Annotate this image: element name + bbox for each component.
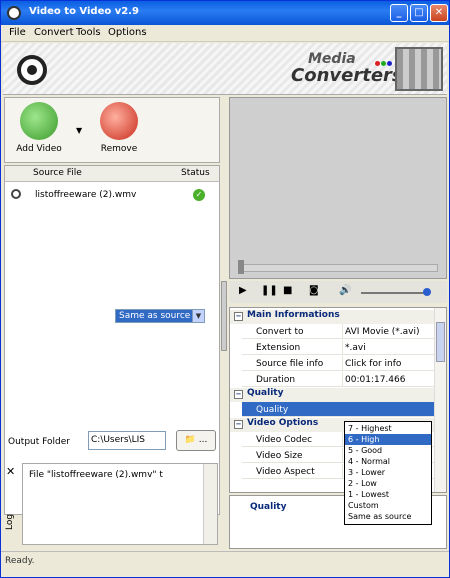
prop-key: Source file info: [256, 359, 324, 369]
output-folder-label: Output Folder: [8, 437, 70, 447]
menu-tools[interactable]: Tools: [76, 27, 101, 38]
option-5-good[interactable]: 5 - Good: [345, 445, 431, 456]
prop-key: Duration: [256, 375, 296, 385]
prop-row[interactable]: Convert to AVI Movie (*.avi): [242, 324, 434, 339]
pause-icon[interactable]: ❚❚: [261, 285, 278, 296]
remove-icon: [100, 102, 138, 140]
snapshot-icon[interactable]: ◙: [309, 285, 319, 296]
prop-value: 00:01:17.466: [345, 375, 406, 385]
player-controls: ▶ ❚❚ ■ ◙ 🔊: [229, 281, 447, 303]
menu-convert[interactable]: Convert: [34, 27, 74, 38]
volume-icon[interactable]: 🔊: [339, 285, 351, 296]
file-name: listoffreeware (2).wmv: [35, 190, 137, 200]
video-preview: [229, 97, 447, 279]
app-icon[interactable]: [7, 6, 21, 20]
prop-value: Click for info: [345, 359, 402, 369]
properties-scrollbar[interactable]: [434, 308, 446, 492]
status-ok-icon: ✓: [193, 189, 205, 201]
option-7-highest[interactable]: 7 - Highest: [345, 423, 431, 434]
left-pane: Add Video ▼ Remove Source File Status li…: [4, 97, 220, 549]
chevron-down-icon[interactable]: ▼: [192, 310, 204, 322]
quality-select[interactable]: Same as source ▼: [115, 309, 205, 323]
close-button[interactable]: ✕: [430, 4, 448, 22]
add-video-label: Add Video: [16, 144, 62, 154]
option-2-low[interactable]: 2 - Low: [345, 478, 431, 489]
prop-key: Video Size: [256, 451, 303, 461]
log-label: Log: [5, 513, 16, 531]
menu-bar: File Convert Tools Options: [1, 25, 449, 42]
play-icon[interactable]: ▶: [239, 285, 247, 296]
maximize-button[interactable]: □: [410, 4, 428, 22]
stop-icon[interactable]: ■: [283, 285, 292, 296]
film-reel-icon: [17, 55, 47, 85]
close-log-icon[interactable]: ✕: [6, 465, 15, 478]
window-title: Video to Video v2.9: [29, 6, 139, 17]
collapse-icon[interactable]: −: [234, 312, 243, 321]
title-bar[interactable]: Video to Video v2.9 _ □ ✕: [1, 1, 449, 25]
prop-key: Extension: [256, 343, 301, 353]
log-text: File "listoffreeware (2).wmv" t: [29, 470, 163, 480]
seek-thumb[interactable]: [238, 260, 244, 274]
browse-folder-button[interactable]: 📁 ...: [176, 430, 216, 451]
output-folder: Output Folder C:\Users\LIS 📁 ...: [4, 427, 220, 453]
option-same-as-source[interactable]: Same as source: [345, 511, 431, 522]
prop-value: AVI Movie (*.avi): [345, 327, 420, 337]
prop-key: Video Aspect: [256, 467, 315, 477]
film-strip-icon: [395, 47, 443, 91]
collapse-icon[interactable]: −: [234, 390, 243, 399]
prop-row[interactable]: Extension *.avi: [242, 340, 434, 355]
app-window: Video to Video v2.9 _ □ ✕ File Convert T…: [0, 0, 450, 578]
seek-bar[interactable]: [238, 264, 438, 272]
log-box: File "listoffreeware (2).wmv" t: [22, 463, 218, 545]
group-title: Video Options: [247, 418, 319, 428]
prop-value: *.avi: [345, 343, 366, 353]
prop-row[interactable]: Source file info Click for info: [242, 356, 434, 371]
prop-key: Quality: [256, 405, 289, 415]
description-title: Quality: [250, 502, 287, 512]
log-scrollbar[interactable]: [203, 464, 217, 544]
pane-splitter[interactable]: [221, 281, 227, 351]
table-row[interactable]: listoffreeware (2).wmv ✓: [5, 188, 219, 204]
browse-label: ...: [198, 435, 208, 445]
add-video-button[interactable]: Add Video: [13, 102, 65, 154]
volume-knob[interactable]: [423, 288, 431, 296]
log-pane: ✕ Log File "listoffreeware (2).wmv" t: [4, 463, 220, 549]
col-source-file[interactable]: Source File: [33, 168, 82, 178]
quality-dropdown-list: 7 - Highest 6 - High 5 - Good 4 - Normal…: [344, 421, 432, 525]
toolbar: Add Video ▼ Remove: [4, 97, 220, 163]
prop-key: Convert to: [256, 327, 304, 337]
prop-row[interactable]: Duration 00:01:17.466: [242, 372, 434, 387]
banner: Media Converters: [3, 43, 447, 95]
video-file-icon: [11, 189, 21, 199]
status-bar: Ready.: [1, 551, 449, 577]
option-4-normal[interactable]: 4 - Normal: [345, 456, 431, 467]
group-main-informations[interactable]: − Main Informations: [230, 310, 434, 324]
option-3-lower[interactable]: 3 - Lower: [345, 467, 431, 478]
group-title: Quality: [247, 388, 284, 398]
group-title: Main Informations: [247, 310, 340, 320]
group-quality[interactable]: − Quality: [230, 388, 434, 402]
file-list-header: Source File Status: [5, 166, 219, 182]
add-video-icon: [20, 102, 58, 140]
logo-text-bottom: Converters: [291, 65, 403, 86]
status-text: Ready.: [5, 556, 35, 566]
remove-button[interactable]: Remove: [93, 102, 145, 154]
option-1-lowest[interactable]: 1 - Lowest: [345, 489, 431, 500]
collapse-icon[interactable]: −: [234, 420, 243, 429]
quality-select-value: Same as source: [119, 311, 191, 321]
col-status[interactable]: Status: [181, 168, 210, 178]
option-custom[interactable]: Custom: [345, 500, 431, 511]
add-video-dropdown-arrow[interactable]: ▼: [76, 126, 82, 135]
remove-label: Remove: [100, 144, 138, 154]
menu-file[interactable]: File: [9, 27, 26, 38]
scroll-thumb[interactable]: [436, 322, 445, 362]
menu-options[interactable]: Options: [108, 27, 147, 38]
volume-slider[interactable]: [361, 292, 429, 294]
option-6-high[interactable]: 6 - High: [345, 434, 431, 445]
output-folder-select[interactable]: C:\Users\LIS: [88, 431, 166, 450]
folder-icon: 📁: [184, 435, 196, 445]
prop-row-quality[interactable]: Quality: [242, 402, 434, 417]
minimize-button[interactable]: _: [390, 4, 408, 22]
prop-key: Video Codec: [256, 435, 313, 445]
